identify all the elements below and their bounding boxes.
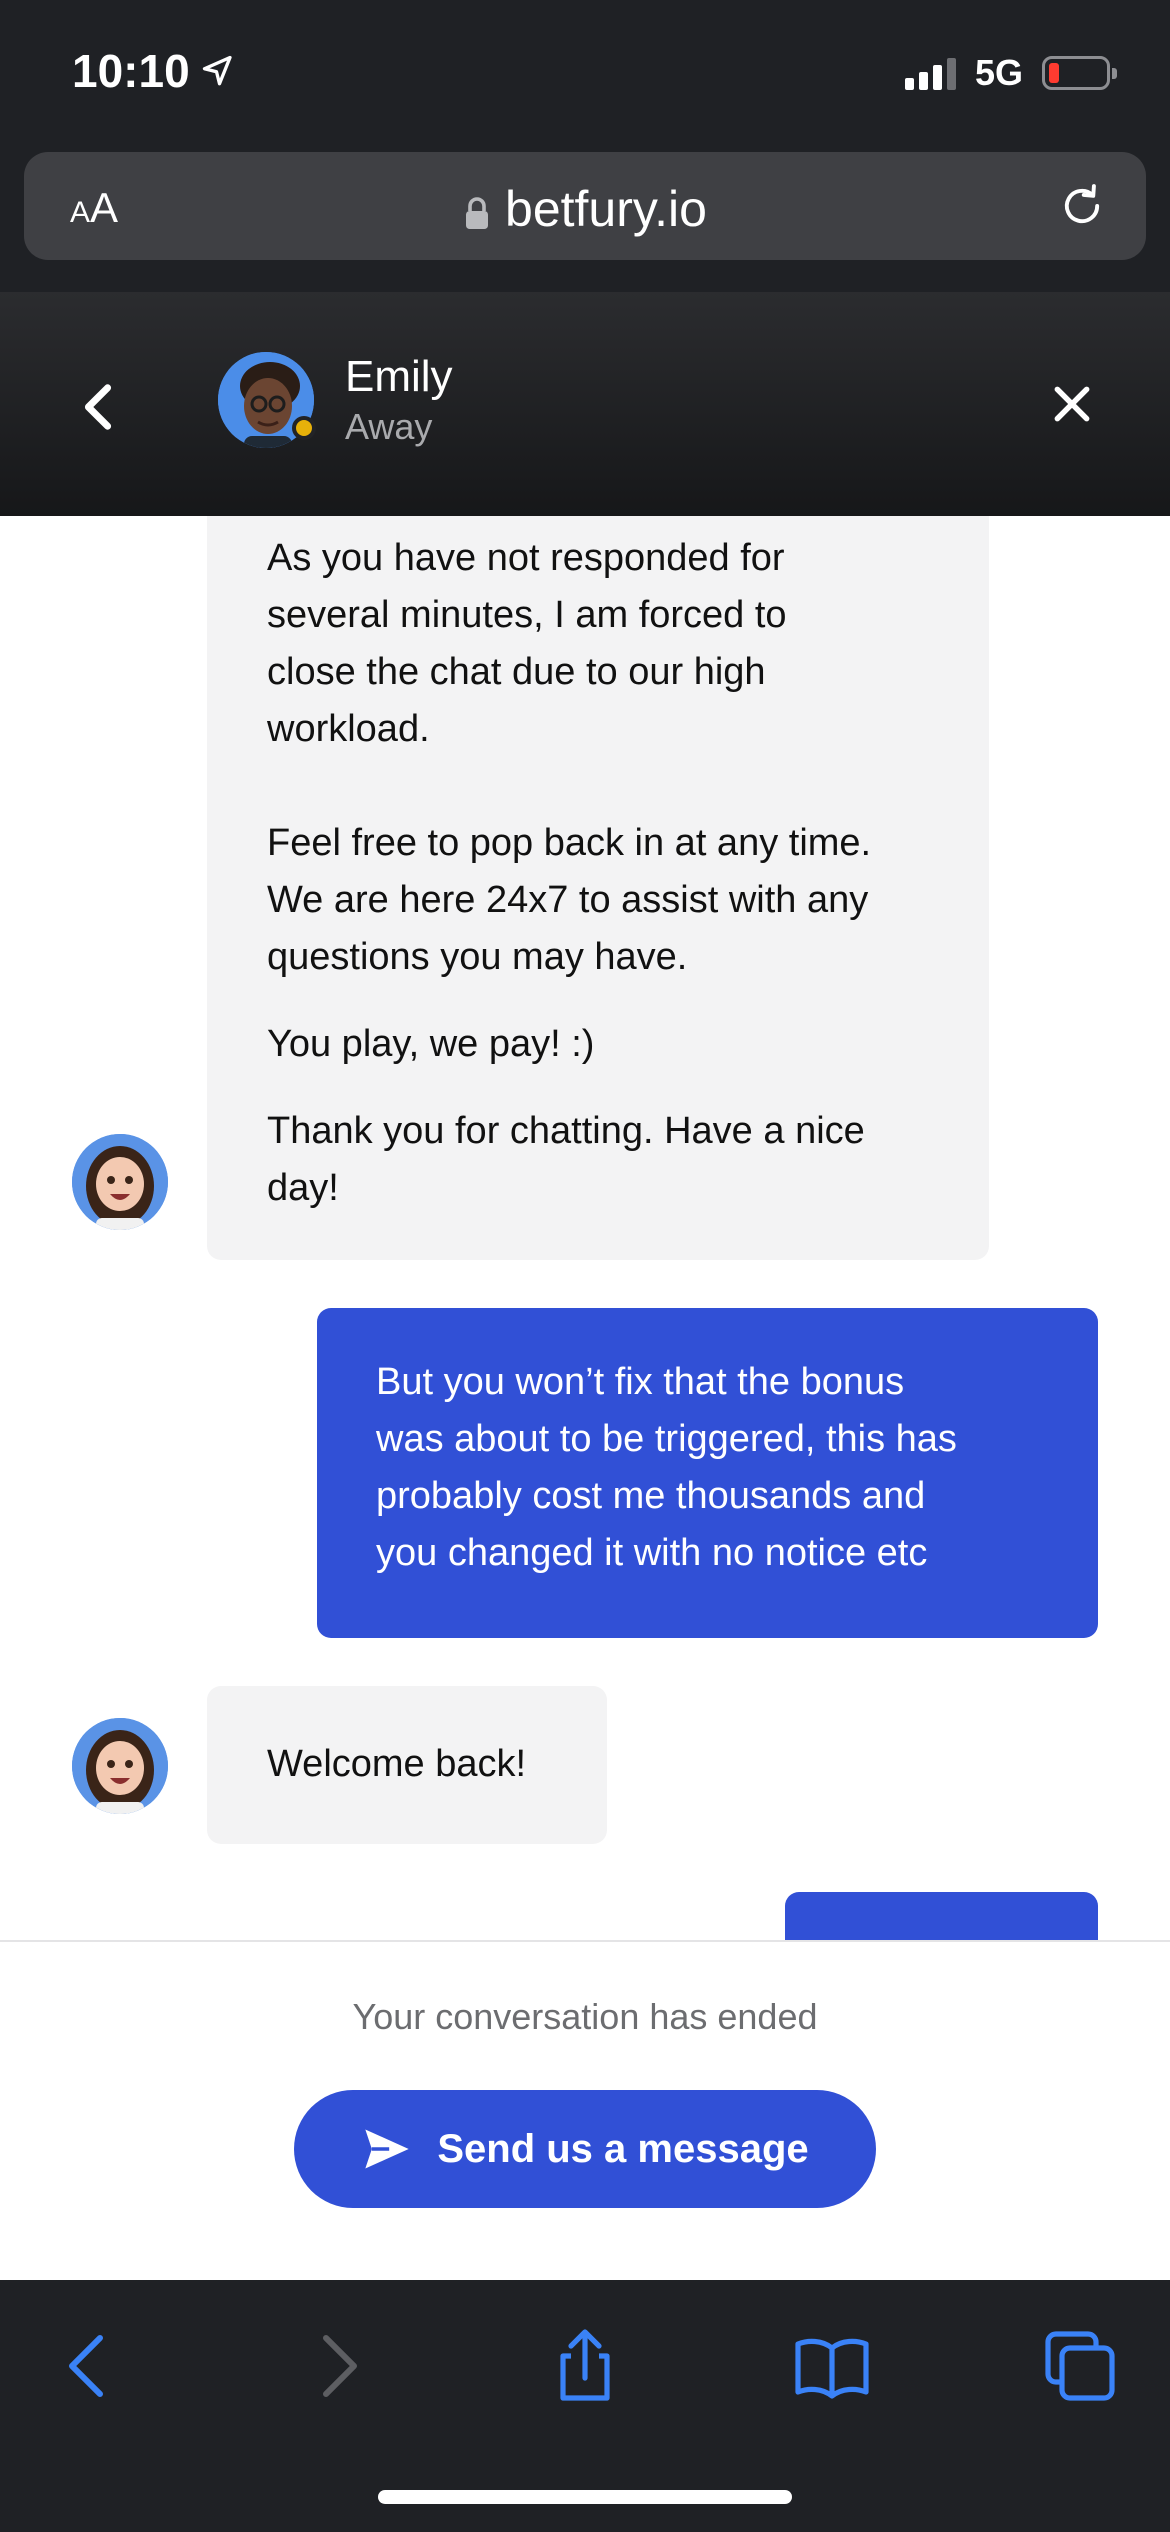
url-display[interactable]: betfury.io — [24, 180, 1146, 238]
agent-status: Away — [345, 406, 433, 447]
message-paragraph: Thank you for chatting. Have a nice day! — [267, 1110, 865, 1209]
reload-icon[interactable] — [1056, 180, 1108, 232]
battery-icon — [1042, 56, 1117, 90]
incoming-message-bubble: Welcome back! — [207, 1686, 607, 1844]
send-message-button[interactable]: Send us a message — [294, 2090, 876, 2208]
chevron-left-icon[interactable] — [80, 382, 116, 432]
lock-icon — [466, 197, 489, 229]
agent-message-avatar-image — [72, 1718, 168, 1814]
url-bar[interactable]: AA betfury.io — [24, 152, 1146, 260]
message-list[interactable]: As you have not responded for several mi… — [0, 516, 1170, 1940]
bookmarks-icon[interactable] — [792, 2326, 872, 2406]
message-text: But you won’t fix that the bonus was abo… — [376, 1361, 957, 1574]
incoming-message-bubble: As you have not responded for several mi… — [207, 516, 989, 1260]
cellular-signal-icon — [905, 56, 956, 90]
chat-footer: Your conversation has ended Send us a me… — [0, 1940, 1170, 2280]
message-paragraph: As you have not responded for several mi… — [267, 537, 872, 978]
forward-icon[interactable] — [298, 2326, 378, 2406]
location-arrow-icon — [202, 55, 232, 86]
clock-time: 10:10 — [72, 45, 190, 97]
home-indicator — [378, 2490, 792, 2504]
message-text: Welcome back! — [267, 1743, 527, 1785]
outgoing-message-bubble: But you won’t fix that the bonus was abo… — [317, 1308, 1098, 1638]
away-status-dot — [292, 416, 316, 440]
url-text: betfury.io — [505, 181, 707, 237]
paper-plane-icon — [365, 2129, 410, 2169]
message-paragraph: You play, we pay! :) — [267, 1023, 595, 1065]
outgoing-message-bubble — [785, 1892, 1098, 1940]
tabs-icon[interactable] — [1040, 2326, 1120, 2406]
network-type: 5G — [975, 52, 1024, 93]
chat-header: Emily Away — [0, 292, 1170, 516]
clock: 10:10 — [72, 44, 236, 98]
back-icon[interactable] — [48, 2326, 128, 2406]
agent-message-avatar — [72, 1718, 168, 1814]
send-message-label: Send us a message — [437, 2126, 809, 2171]
agent-message-avatar — [72, 1134, 168, 1230]
agent-message-avatar-image — [72, 1134, 168, 1230]
conversation-ended-text: Your conversation has ended — [352, 1996, 818, 2037]
close-icon[interactable] — [1050, 382, 1094, 426]
share-icon[interactable] — [545, 2326, 625, 2406]
agent-name: Emily — [345, 352, 453, 401]
status-bar: 10:10 5G — [0, 0, 1170, 150]
